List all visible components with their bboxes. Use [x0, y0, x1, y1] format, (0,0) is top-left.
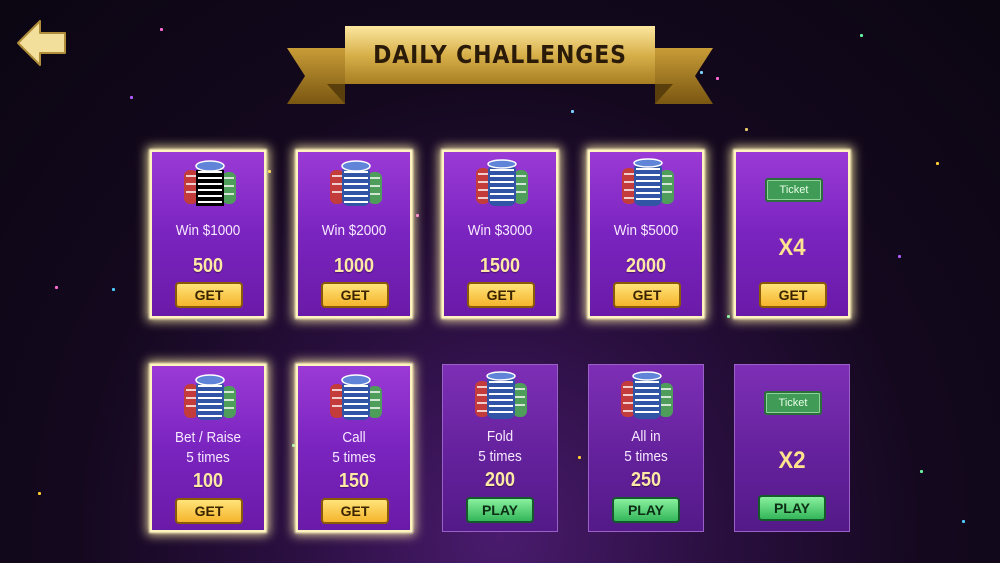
- challenge-card: Win $2000 1000 GET: [296, 150, 412, 318]
- get-button[interactable]: GET: [175, 498, 243, 524]
- challenge-card: Win $3000 1500 GET: [442, 150, 558, 318]
- get-button[interactable]: GET: [175, 282, 243, 308]
- challenge-label: Bet / Raise: [174, 429, 242, 446]
- challenge-card: Win $5000 2000 GET: [588, 150, 704, 318]
- challenge-label: Win $2000: [321, 222, 387, 239]
- challenge-count: 5 times: [478, 448, 522, 465]
- ticket-card: Ticket X4 GET: [734, 150, 850, 318]
- reward-amount: 100: [192, 470, 224, 492]
- ticket-multiplier: X4: [778, 234, 806, 261]
- challenge-count: 5 times: [332, 449, 376, 466]
- challenge-label: All in: [631, 428, 661, 445]
- reward-amount: 2000: [625, 255, 667, 277]
- poker-chips-icon: [621, 371, 673, 419]
- challenge-label: Fold: [486, 428, 514, 445]
- ticket-icon: Ticket: [765, 178, 823, 202]
- challenge-label: Win $5000: [613, 222, 679, 239]
- challenge-count: 5 times: [624, 448, 668, 465]
- challenge-label: Call: [342, 429, 366, 446]
- poker-chips-icon: [476, 159, 528, 206]
- play-button[interactable]: PLAY: [612, 497, 680, 523]
- poker-chips-icon: [622, 158, 674, 206]
- challenge-card: Win $1000 500 GET: [150, 150, 266, 318]
- reward-amount: 150: [338, 470, 370, 492]
- reward-amount: 500: [192, 255, 224, 277]
- poker-chips-icon: [184, 374, 236, 420]
- reward-amount: 1000: [333, 255, 375, 277]
- challenge-label: Win $1000: [175, 222, 241, 239]
- back-button[interactable]: [16, 18, 68, 68]
- get-button[interactable]: GET: [467, 282, 535, 308]
- challenge-card: All in 5 times 250 PLAY: [588, 364, 704, 532]
- reward-amount: 1500: [479, 255, 521, 277]
- page-title: DAILY CHALLENGES: [373, 39, 627, 69]
- challenge-card: Call 5 times 150 GET: [296, 364, 412, 532]
- get-button[interactable]: GET: [321, 282, 389, 308]
- ticket-card: Ticket X2 PLAY: [734, 364, 850, 532]
- poker-chips-icon: [184, 160, 236, 206]
- ticket-icon: Ticket: [764, 391, 822, 415]
- get-button[interactable]: GET: [759, 282, 827, 308]
- ticket-multiplier: X2: [778, 447, 806, 474]
- poker-chips-icon: [330, 374, 382, 420]
- play-button[interactable]: PLAY: [758, 495, 826, 521]
- get-button[interactable]: GET: [321, 498, 389, 524]
- challenge-label: Win $3000: [467, 222, 533, 239]
- play-button[interactable]: PLAY: [466, 497, 534, 523]
- poker-chips-icon: [330, 160, 382, 206]
- reward-amount: 250: [630, 469, 662, 491]
- challenge-card: Fold 5 times 200 PLAY: [442, 364, 558, 532]
- reward-amount: 200: [484, 469, 516, 491]
- arrow-left-icon: [17, 20, 66, 66]
- challenge-count: 5 times: [186, 449, 230, 466]
- poker-chips-icon: [475, 371, 527, 419]
- challenge-card: Bet / Raise 5 times 100 GET: [150, 364, 266, 532]
- get-button[interactable]: GET: [613, 282, 681, 308]
